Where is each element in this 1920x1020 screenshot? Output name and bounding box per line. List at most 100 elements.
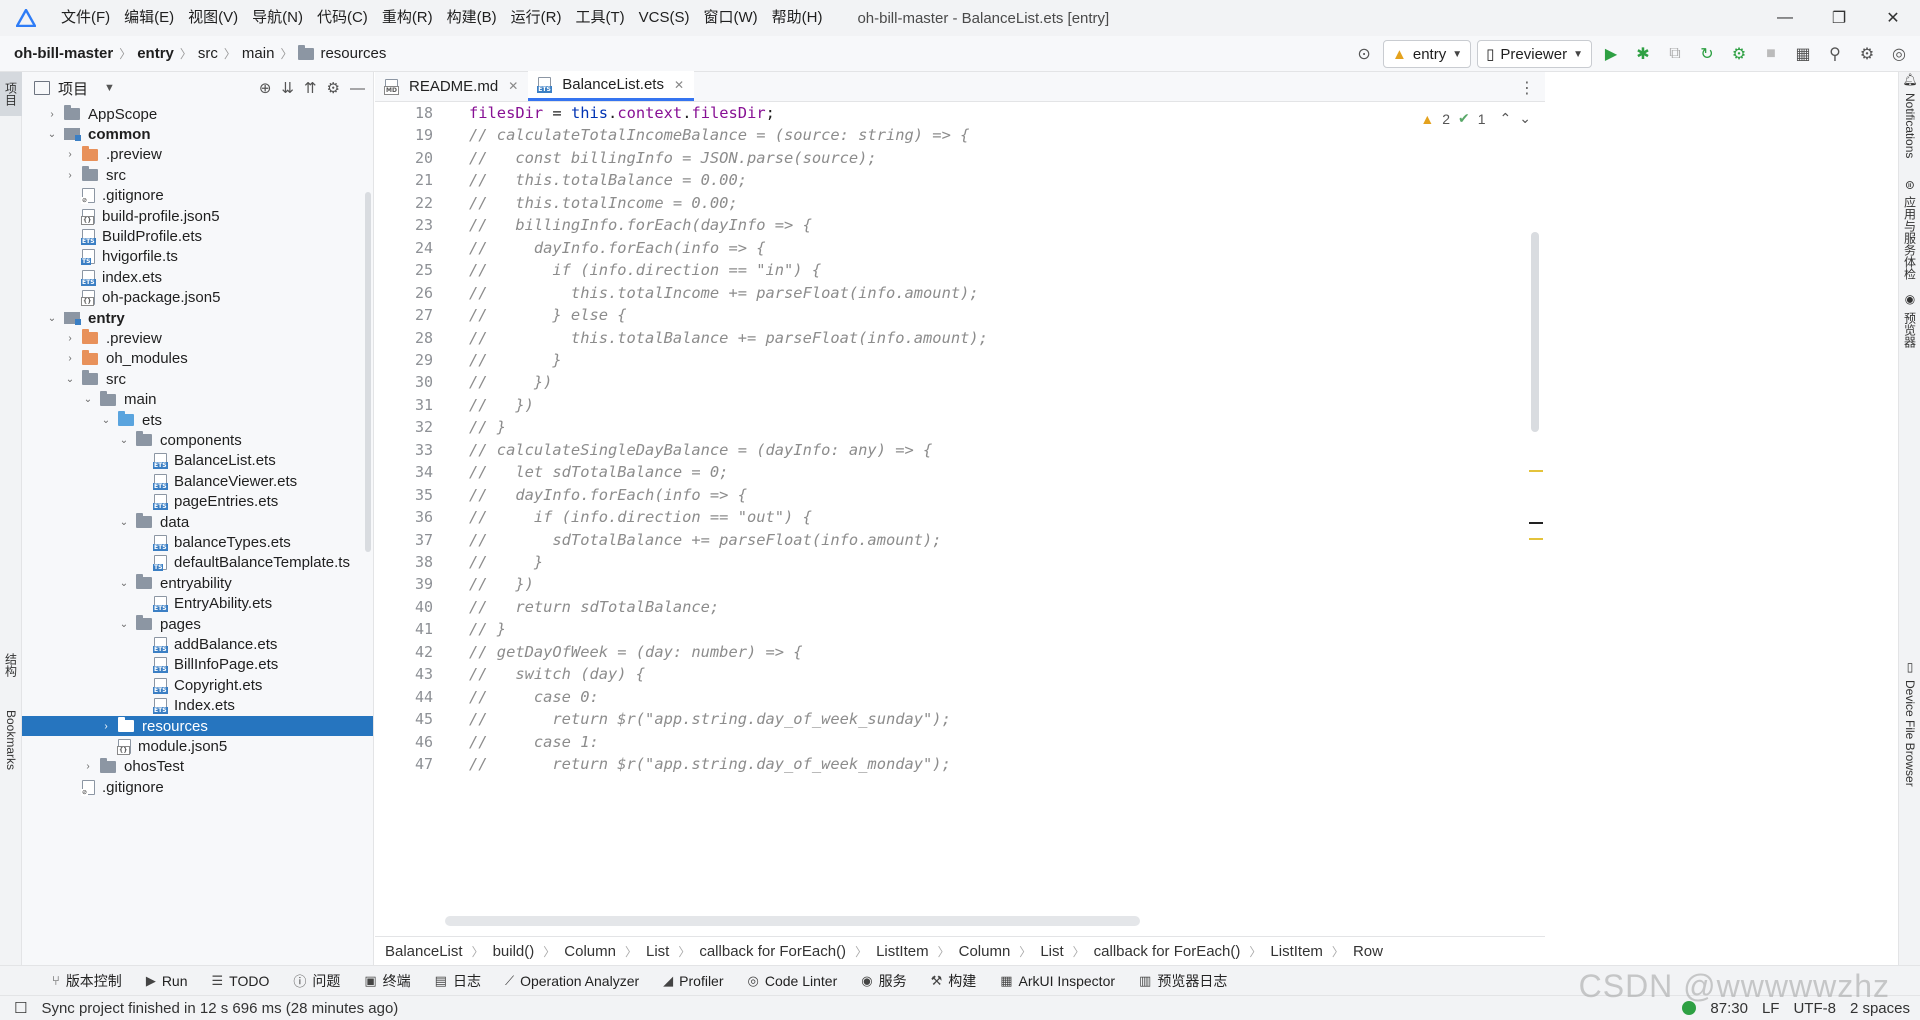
code-breadcrumb-item[interactable]: List 〉 bbox=[1040, 943, 1093, 960]
bookmarks-tool-tab[interactable]: Bookmarks bbox=[0, 700, 22, 780]
chevron-down-icon[interactable]: ⌄ bbox=[116, 435, 132, 446]
chevron-down-icon[interactable]: ⌄ bbox=[116, 578, 132, 589]
inspection-widget[interactable]: ▲ 2 ✔ 1 ⌃ ⌄ bbox=[1420, 110, 1531, 127]
apply-changes-icon[interactable]: ↻ bbox=[1694, 41, 1720, 67]
settings-gear-icon[interactable]: ⚙ bbox=[1854, 41, 1880, 67]
tool-window-button[interactable]: ▤ 日志 bbox=[423, 971, 493, 991]
project-structure-icon[interactable]: ▦ bbox=[1790, 41, 1816, 67]
tree-item[interactable]: ⌄ entryability bbox=[22, 573, 373, 593]
structure-tool-tab[interactable]: 结构 bbox=[0, 640, 22, 690]
code-editor[interactable]: 18 19 20 21 22 23 24 25 26 27 28 29 30 31 32 33 34 35 36 37… bbox=[375, 102, 1545, 936]
stop-icon[interactable]: ■ bbox=[1758, 41, 1784, 67]
code-comment-line[interactable]: // let sdTotalBalance = 0; bbox=[469, 461, 728, 483]
code-comment-line[interactable]: // switch (day) { bbox=[469, 663, 645, 685]
tree-item[interactable]: ETS BillInfoPage.ets bbox=[22, 655, 373, 675]
code-comment-line[interactable]: // sdTotalBalance += parseFloat(info.amo… bbox=[469, 529, 942, 551]
tree-item[interactable]: ETS addBalance.ets bbox=[22, 634, 373, 654]
tool-window-button[interactable]: ⓘ 问题 bbox=[281, 971, 352, 991]
warning-marker[interactable] bbox=[1529, 470, 1543, 472]
more-options-icon[interactable]: ⋮ bbox=[1519, 78, 1535, 98]
debug-icon[interactable]: ✱ bbox=[1630, 41, 1656, 67]
service-check-tool-tab[interactable]: ⊜ 应用与服务体检 bbox=[1899, 180, 1920, 288]
code-comment-line[interactable]: // calculateTotalIncomeBalance = (source… bbox=[469, 124, 969, 146]
tree-item[interactable]: ETS BalanceViewer.ets bbox=[22, 471, 373, 491]
editor-vertical-scrollbar[interactable] bbox=[1531, 232, 1539, 432]
tree-item[interactable]: ⌄ main bbox=[22, 390, 373, 410]
run-icon[interactable]: ▶ bbox=[1598, 41, 1624, 67]
tree-item[interactable]: ⌄ data bbox=[22, 512, 373, 532]
tree-item[interactable]: › .preview bbox=[22, 328, 373, 348]
chevron-down-icon[interactable]: ⌄ bbox=[44, 313, 60, 324]
code-comment-line[interactable]: // dayInfo.forEach(info => { bbox=[469, 237, 766, 259]
code-comment-line[interactable]: // }) bbox=[469, 573, 534, 595]
locate-icon[interactable]: ⊕ bbox=[259, 79, 272, 97]
project-panel-scrollbar[interactable] bbox=[365, 192, 371, 552]
close-tab-icon[interactable]: ✕ bbox=[674, 78, 684, 92]
status-message[interactable]: Sync project finished in 12 s 696 ms (28… bbox=[41, 1000, 398, 1017]
tree-item[interactable]: ⊘ .gitignore bbox=[22, 186, 373, 206]
code-comment-line[interactable]: // } bbox=[469, 416, 506, 438]
tree-item[interactable]: ETS index.ets bbox=[22, 267, 373, 287]
code-comment-line[interactable]: // }) bbox=[469, 394, 534, 416]
tool-window-button[interactable]: ◉ 服务 bbox=[849, 971, 918, 991]
code-comment-line[interactable]: // getDayOfWeek = (day: number) => { bbox=[469, 641, 803, 663]
breadcrumb-src[interactable]: src 〉 bbox=[198, 45, 242, 62]
chevron-right-icon[interactable]: › bbox=[62, 170, 78, 181]
code-comment-line[interactable]: // } bbox=[469, 349, 562, 371]
tree-item[interactable]: ⌄ pages bbox=[22, 614, 373, 634]
tree-item[interactable]: ETS Index.ets bbox=[22, 696, 373, 716]
menu-item[interactable]: 导航(N) bbox=[245, 0, 310, 36]
tree-item[interactable]: › oh_modules bbox=[22, 349, 373, 369]
chevron-right-icon[interactable]: › bbox=[62, 333, 78, 344]
caret-marker[interactable] bbox=[1529, 522, 1543, 524]
tree-item[interactable]: {} module.json5 bbox=[22, 736, 373, 756]
code-comment-line[interactable]: // dayInfo.forEach(info => { bbox=[469, 484, 747, 506]
tree-item[interactable]: ⌄ ets bbox=[22, 410, 373, 430]
code-comment-line[interactable]: // } else { bbox=[469, 304, 627, 326]
project-tool-tab[interactable]: 项目 bbox=[0, 72, 22, 116]
breadcrumb-resources[interactable]: resources bbox=[298, 44, 386, 62]
code-breadcrumb-item[interactable]: List 〉 bbox=[646, 943, 699, 960]
code-comment-line[interactable]: // billingInfo.forEach(dayInfo => { bbox=[469, 214, 812, 236]
menu-item[interactable]: 重构(R) bbox=[375, 0, 440, 36]
menu-item[interactable]: VCS(S) bbox=[632, 0, 697, 36]
minimize-icon[interactable]: — bbox=[1758, 0, 1812, 36]
code-breadcrumb-item[interactable]: Column 〉 bbox=[959, 943, 1041, 960]
tool-window-button[interactable]: ▣ 终端 bbox=[352, 971, 422, 991]
previewer-tool-tab[interactable]: ◉ 预览器 bbox=[1899, 292, 1920, 362]
account-icon[interactable]: ◎ bbox=[1886, 41, 1912, 67]
tree-item[interactable]: ETS EntryAbility.ets bbox=[22, 594, 373, 614]
code-comment-line[interactable]: // case 0: bbox=[469, 686, 599, 708]
tree-item[interactable]: › ohosTest bbox=[22, 757, 373, 777]
expand-all-icon[interactable]: ⇊ bbox=[281, 79, 294, 97]
gear-icon[interactable]: ⚙ bbox=[327, 79, 340, 97]
tool-window-button[interactable]: ⚒ 构建 bbox=[919, 971, 989, 991]
restore-icon[interactable]: ❐ bbox=[1812, 0, 1866, 36]
code-comment-line[interactable]: // return sdTotalBalance; bbox=[469, 596, 719, 618]
code-comment-line[interactable]: // } bbox=[469, 618, 506, 640]
code-breadcrumb-item[interactable]: Row bbox=[1353, 943, 1383, 960]
tool-window-button[interactable]: ▦ ArkUI Inspector bbox=[988, 973, 1127, 989]
chevron-right-icon[interactable]: › bbox=[62, 149, 78, 160]
tree-item[interactable]: ⊘ .gitignore bbox=[22, 777, 373, 797]
code-breadcrumb-item[interactable]: BalanceList 〉 bbox=[385, 943, 493, 960]
code-breadcrumb-item[interactable]: Column 〉 bbox=[564, 943, 646, 960]
project-panel-title[interactable]: 项目 bbox=[58, 78, 88, 99]
tree-item[interactable]: ⌄ src bbox=[22, 369, 373, 389]
tree-item[interactable]: › resources bbox=[22, 716, 373, 736]
breadcrumb-project[interactable]: oh-bill-master 〉 bbox=[14, 45, 137, 62]
code-breadcrumb-item[interactable]: callback for ForEach() 〉 bbox=[699, 943, 876, 960]
notifications-tool-tab[interactable]: 🔔︎ Notifications bbox=[1899, 72, 1920, 164]
device-file-browser-tool-tab[interactable]: ▯ Device File Browser bbox=[1899, 660, 1920, 820]
code-comment-line[interactable]: // this.totalBalance += parseFloat(info.… bbox=[469, 327, 988, 349]
editor-tab[interactable]: MD README.md ✕ bbox=[375, 71, 528, 101]
code-comment-line[interactable]: // this.totalBalance = 0.00; bbox=[469, 169, 747, 191]
editor-tab-active[interactable]: ETS BalanceList.ets ✕ bbox=[528, 71, 695, 101]
profile-icon[interactable]: ⚙ bbox=[1726, 41, 1752, 67]
toggle-tool-windows-icon[interactable]: ☐ bbox=[14, 999, 27, 1017]
tree-item[interactable]: › AppScope bbox=[22, 104, 373, 124]
code-comment-line[interactable]: // if (info.direction == "out") { bbox=[469, 506, 812, 528]
tree-item[interactable]: ⌄ entry bbox=[22, 308, 373, 328]
tree-item[interactable]: TS defaultBalanceTemplate.ts bbox=[22, 553, 373, 573]
menu-item[interactable]: 窗口(W) bbox=[696, 0, 764, 36]
